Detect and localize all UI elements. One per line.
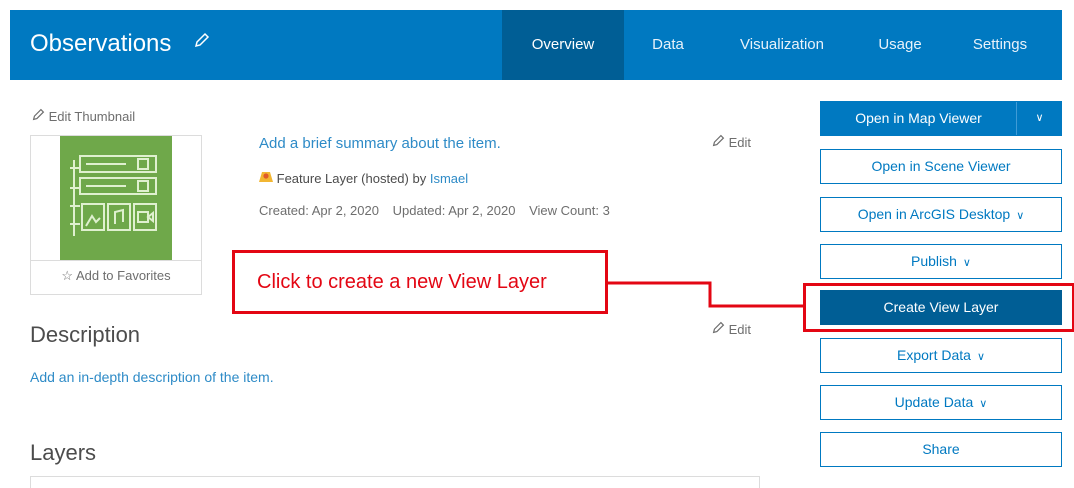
annotation-connector bbox=[608, 281, 803, 308]
annotation-highlight-box bbox=[803, 283, 1074, 332]
